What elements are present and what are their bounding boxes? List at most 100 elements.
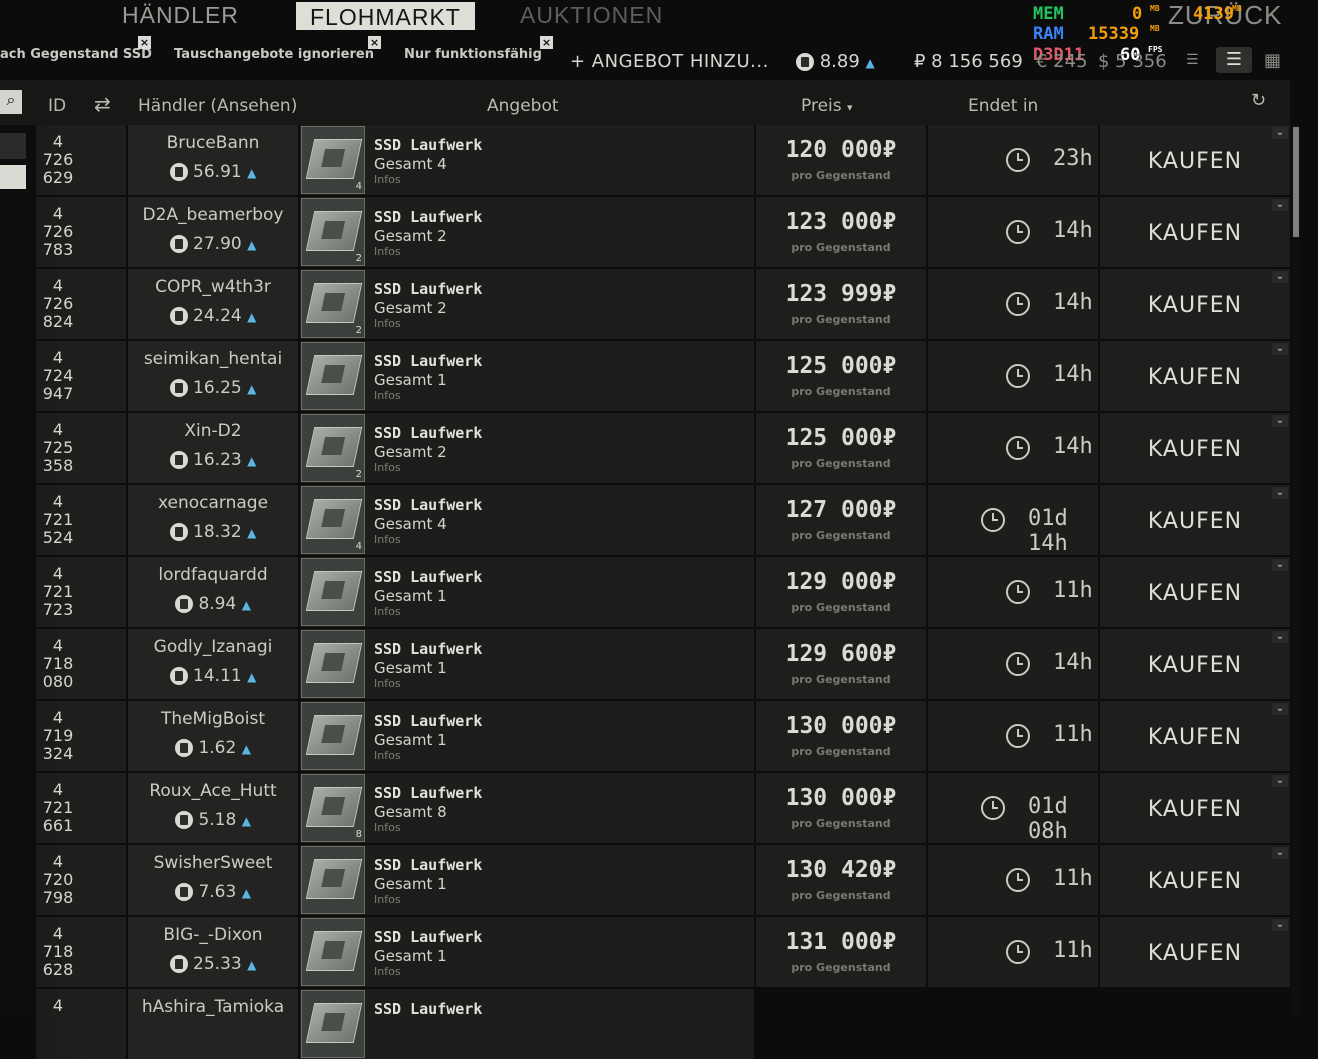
buy-button[interactable]: KAUFEN [1100,869,1290,894]
col-ends[interactable]: Endet in [968,96,1038,116]
item-info-link[interactable]: Infos [374,173,401,186]
buy-cell[interactable]: KAUFEN ⌄ [1100,701,1290,771]
trader-cell[interactable]: Xin-D2 16.23 ▲ [128,413,298,483]
tab-haendler[interactable]: HÄNDLER [122,2,239,29]
ssd-item-icon[interactable] [301,918,365,986]
buy-button[interactable]: KAUFEN [1100,653,1290,678]
offer-cell[interactable]: 4 SSD Laufwerk Gesamt 4 Infos [300,485,754,555]
trader-name[interactable]: COPR_w4th3r [128,277,298,297]
buy-button[interactable]: KAUFEN [1100,941,1290,966]
item-info-link[interactable]: Infos [374,749,401,762]
trader-name[interactable]: BruceBann [128,133,298,153]
ssd-item-icon[interactable] [301,846,365,914]
buy-button[interactable]: KAUFEN [1100,293,1290,318]
close-icon[interactable]: × [368,36,381,49]
ssd-item-icon[interactable] [301,558,365,626]
table-row[interactable]: 4 721 723 lordfaquardd 8.94 ▲ SSD Laufwe… [36,557,1290,627]
ssd-item-icon[interactable]: 2 [301,270,365,338]
chevron-down-icon[interactable]: ⌄ [1272,847,1288,859]
chevron-down-icon[interactable]: ⌄ [1272,703,1288,715]
buy-cell[interactable]: KAUFEN ⌄ [1100,413,1290,483]
close-icon[interactable]: × [540,36,553,49]
table-row[interactable]: 4 726 783 D2A_beamerboy 27.90 ▲ 2 SSD La… [36,197,1290,267]
buy-cell[interactable]: KAUFEN ⌄ [1100,557,1290,627]
trader-name[interactable]: hAshira_Tamioka [128,997,298,1017]
buy-button[interactable]: KAUFEN [1100,797,1290,822]
trader-cell[interactable]: lordfaquardd 8.94 ▲ [128,557,298,627]
table-row[interactable]: 4 718 080 Godly_Izanagi 14.11 ▲ SSD Lauf… [36,629,1290,699]
buy-cell[interactable]: KAUFEN ⌄ [1100,845,1290,915]
refresh-icon[interactable]: ⇄ [94,92,111,116]
filter-search-ssd[interactable]: ach Gegenstand SSD [0,47,152,62]
table-row[interactable]: 4 719 324 TheMigBoist 1.62 ▲ SSD Laufwer… [36,701,1290,771]
filter-ignore-barter[interactable]: Tauschangebote ignorieren [174,47,374,62]
chevron-down-icon[interactable]: ⌄ [1272,271,1288,283]
chevron-down-icon[interactable]: ⌄ [1272,559,1288,571]
reload-icon[interactable]: ↻ [1251,90,1266,111]
trader-name[interactable]: BIG-_-Dixon [128,925,298,945]
table-row[interactable]: 4 726 629 BruceBann 56.91 ▲ 4 SSD Laufwe… [36,125,1290,195]
item-info-link[interactable]: Infos [374,317,401,330]
ssd-item-icon[interactable]: 8 [301,774,365,842]
offer-cell[interactable]: SSD Laufwerk Gesamt 1 Infos [300,701,754,771]
tab-flohmarkt[interactable]: FLOHMARKT [296,2,475,30]
buy-button[interactable]: KAUFEN [1100,581,1290,606]
trader-cell[interactable]: COPR_w4th3r 24.24 ▲ [128,269,298,339]
item-info-link[interactable]: Infos [374,677,401,690]
item-info-link[interactable]: Infos [374,965,401,978]
chevron-down-icon[interactable]: ⌄ [1272,775,1288,787]
offer-cell[interactable]: 4 SSD Laufwerk Gesamt 4 Infos [300,125,754,195]
item-info-link[interactable]: Infos [374,245,401,258]
close-icon[interactable]: × [138,36,151,49]
trader-cell[interactable]: BIG-_-Dixon 25.33 ▲ [128,917,298,987]
item-info-link[interactable]: Infos [374,461,401,474]
item-info-link[interactable]: Infos [374,389,401,402]
buy-cell[interactable]: KAUFEN ⌄ [1100,773,1290,843]
ssd-item-icon[interactable] [301,630,365,698]
item-info-link[interactable]: Infos [374,821,401,834]
buy-button[interactable]: KAUFEN [1100,437,1290,462]
ssd-item-icon[interactable]: 4 [301,486,365,554]
add-offer-button[interactable]: + ANGEBOT HINZU... [570,51,769,72]
offer-cell[interactable]: SSD Laufwerk Gesamt 1 Infos [300,557,754,627]
trader-cell[interactable]: hAshira_Tamioka ▲ [128,989,298,1059]
ssd-item-icon[interactable]: 2 [301,198,365,266]
trader-name[interactable]: Godly_Izanagi [128,637,298,657]
trader-name[interactable]: lordfaquardd [128,565,298,585]
table-row[interactable]: 4 726 824 COPR_w4th3r 24.24 ▲ 2 SSD Lauf… [36,269,1290,339]
list-view-icon[interactable]: ☰ [1216,47,1252,73]
offer-cell[interactable]: SSD Laufwerk Gesamt 1 Infos [300,917,754,987]
buy-cell[interactable]: KAUFEN ⌄ [1100,269,1290,339]
item-info-link[interactable]: Infos [374,893,401,906]
offer-cell[interactable]: SSD Laufwerk Gesamt 1 Infos [300,341,754,411]
chevron-down-icon[interactable]: ⌄ [1272,487,1288,499]
ssd-item-icon[interactable] [301,702,365,770]
table-row[interactable]: 4 718 628 BIG-_-Dixon 25.33 ▲ SSD Laufwe… [36,917,1290,987]
buy-button[interactable]: KAUFEN [1100,509,1290,534]
trader-cell[interactable]: xenocarnage 18.32 ▲ [128,485,298,555]
chevron-down-icon[interactable]: ⌄ [1272,919,1288,931]
trader-cell[interactable]: SwisherSweet 7.63 ▲ [128,845,298,915]
trader-name[interactable]: SwisherSweet [128,853,298,873]
col-offer[interactable]: Angebot [487,96,559,116]
buy-cell[interactable]: KAUFEN ⌄ [1100,125,1290,195]
grid-view-icon[interactable]: ▦ [1264,50,1281,71]
buy-cell[interactable]: KAUFEN ⌄ [1100,917,1290,987]
buy-button[interactable]: KAUFEN [1100,149,1290,174]
sidebar-item[interactable] [0,133,26,159]
offer-cell[interactable]: 2 SSD Laufwerk Gesamt 2 Infos [300,269,754,339]
table-row[interactable]: 4 721 661 Roux_Ace_Hutt 5.18 ▲ 8 SSD Lau… [36,773,1290,844]
offer-cell[interactable]: 2 SSD Laufwerk Gesamt 2 Infos [300,413,754,483]
search-icon[interactable]: ⌕ [0,90,22,114]
scrollbar-thumb[interactable] [1293,127,1299,237]
ssd-item-icon[interactable]: 4 [301,126,365,194]
buy-button[interactable]: KAUFEN [1100,221,1290,246]
offer-cell[interactable]: SSD Laufwerk Gesamt 1 Infos [300,629,754,699]
chevron-down-icon[interactable]: ⌄ [1272,343,1288,355]
offer-cell[interactable]: SSD Laufwerk Gesamt 1 Infos [300,845,754,915]
buy-cell[interactable]: KAUFEN ⌄ [1100,485,1290,555]
col-trader[interactable]: Händler (Ansehen) [138,96,297,116]
table-row[interactable]: 4 724 947 seimikan_hentai 16.25 ▲ SSD La… [36,341,1290,411]
scrollbar[interactable] [1292,125,1300,1016]
ssd-item-icon[interactable] [301,990,365,1058]
